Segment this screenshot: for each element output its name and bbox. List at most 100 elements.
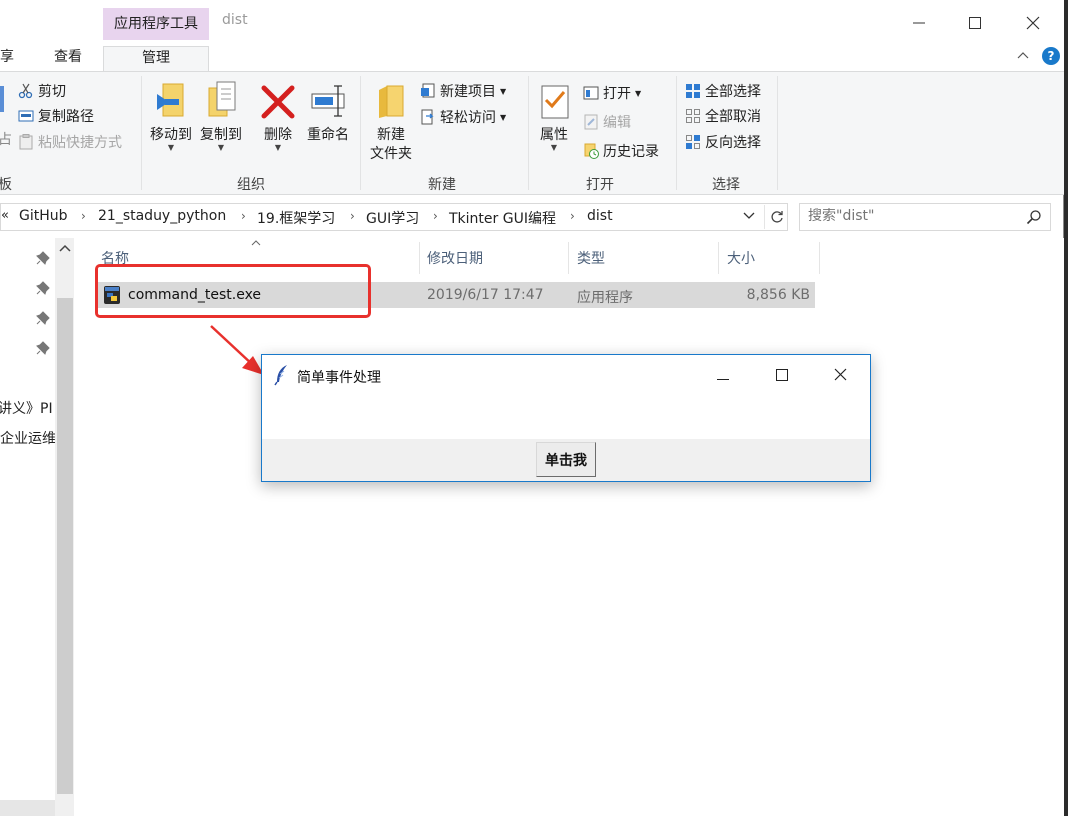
chevron-right-icon[interactable]: ›: [350, 209, 355, 223]
file-size: 8,856 KB: [746, 287, 810, 303]
pin-icon[interactable]: [36, 311, 50, 325]
nav-item[interactable]: 企业运维: [0, 428, 56, 448]
chevron-right-icon[interactable]: ›: [570, 209, 575, 223]
tk-maximize-button[interactable]: [764, 363, 800, 389]
delete-icon: [260, 80, 296, 120]
rename-button[interactable]: 重命名: [304, 80, 352, 144]
pin-icon[interactable]: [36, 251, 50, 265]
search-input[interactable]: [808, 208, 1008, 224]
open-button[interactable]: 打开 ▼: [583, 82, 641, 104]
breadcrumb-gui[interactable]: GUI学习: [366, 208, 419, 228]
history-button[interactable]: 历史记录: [583, 140, 659, 162]
tab-manage[interactable]: 管理: [103, 46, 209, 72]
ribbon: 占 剪切 复制路径 粘贴快捷方式 板 移动到 ▼ 复制到 ▼ 删除 ▼ 重命名 …: [0, 71, 1064, 195]
cut-button[interactable]: 剪切: [18, 80, 66, 102]
breadcrumb-dist[interactable]: dist: [587, 208, 613, 224]
click-me-button[interactable]: 单击我: [536, 442, 596, 477]
select-none-button[interactable]: 全部取消: [685, 105, 761, 127]
maximize-icon: [969, 17, 981, 29]
paste-shortcut-button[interactable]: 粘贴快捷方式: [18, 131, 122, 153]
pin-icon[interactable]: [36, 341, 50, 355]
tk-dialog-title: 简单事件处理: [297, 370, 381, 386]
chevron-right-icon[interactable]: ›: [433, 209, 438, 223]
copy-path-label: 复制路径: [38, 109, 94, 125]
column-divider[interactable]: [568, 242, 569, 274]
search-icon[interactable]: [1026, 209, 1042, 225]
delete-label: 删除: [264, 127, 292, 143]
column-divider[interactable]: [819, 242, 820, 274]
chevron-right-icon[interactable]: ›: [241, 209, 246, 223]
nav-item[interactable]: 讲义》PI: [0, 398, 53, 418]
chevron-right-icon[interactable]: ›: [81, 209, 86, 223]
group-separator: [141, 76, 142, 190]
chevron-down-icon[interactable]: [743, 209, 755, 223]
minimize-button[interactable]: [896, 8, 942, 38]
tk-minimize-button[interactable]: [705, 363, 741, 389]
copy-path-button[interactable]: 复制路径: [18, 105, 94, 127]
new-folder-button[interactable]: 新建 文件夹: [366, 80, 416, 164]
address-bar[interactable]: « GitHub › 21_staduy_python › 19.框架学习 › …: [0, 203, 788, 231]
column-divider[interactable]: [419, 242, 420, 274]
copy-path-icon: [18, 108, 34, 124]
rename-label: 重命名: [307, 127, 349, 143]
breadcrumb-python[interactable]: 21_staduy_python: [98, 208, 226, 224]
paste-shortcut-icon: [18, 134, 34, 150]
tk-close-button[interactable]: [822, 363, 858, 389]
group-separator: [676, 76, 677, 190]
open-label: 打开: [603, 86, 631, 102]
nav-horizontal-scrollbar[interactable]: [0, 800, 55, 816]
select-all-icon: [685, 83, 701, 99]
column-header-type[interactable]: 类型: [577, 248, 605, 272]
new-item-label: 新建项目: [440, 84, 496, 100]
tab-view[interactable]: 查看: [44, 46, 92, 70]
tk-dialog-window: 简单事件处理 单击我: [261, 354, 871, 482]
select-all-label: 全部选择: [705, 84, 761, 100]
ribbon-collapse-icon[interactable]: [1017, 48, 1029, 62]
new-item-button[interactable]: 新建项目 ▼: [420, 80, 506, 102]
edit-button[interactable]: 编辑: [583, 111, 631, 133]
tk-feather-icon: [274, 364, 290, 386]
breadcrumb-tkinter[interactable]: Tkinter GUI编程: [449, 208, 556, 228]
search-box[interactable]: [799, 203, 1051, 231]
cut-label: 剪切: [38, 84, 66, 100]
move-to-label: 移动到: [150, 127, 192, 143]
move-to-button[interactable]: 移动到 ▼: [146, 80, 196, 152]
contextual-tab-header: 应用程序工具: [103, 8, 209, 40]
history-icon: [583, 143, 599, 159]
maximize-button[interactable]: [952, 8, 998, 38]
chevron-up-icon[interactable]: [59, 244, 71, 255]
nav-scrollbar-thumb[interactable]: [57, 298, 73, 794]
invert-selection-icon: [685, 134, 701, 150]
paste-label-partial: 占: [0, 132, 12, 148]
breadcrumb-framework[interactable]: 19.框架学习: [257, 208, 335, 228]
sort-ascending-icon: [251, 238, 261, 249]
refresh-button[interactable]: [764, 205, 788, 229]
move-to-icon: [153, 80, 189, 120]
delete-button[interactable]: 删除 ▼: [258, 80, 298, 152]
breadcrumb-overflow[interactable]: «: [1, 208, 9, 223]
select-none-label: 全部取消: [705, 109, 761, 125]
invert-selection-button[interactable]: 反向选择: [685, 131, 761, 153]
select-group-label: 选择: [712, 177, 740, 193]
properties-button[interactable]: 属性 ▼: [534, 80, 574, 152]
easy-access-button[interactable]: 轻松访问 ▼: [420, 106, 506, 128]
tab-share[interactable]: 享: [0, 46, 20, 70]
column-header-size[interactable]: 大小: [727, 248, 755, 272]
copy-to-label: 复制到: [200, 127, 242, 143]
organize-group-label: 组织: [237, 177, 265, 193]
refresh-icon: [770, 211, 783, 223]
copy-to-button[interactable]: 复制到 ▼: [197, 80, 245, 152]
group-separator: [777, 76, 778, 190]
title-bar: 应用程序工具 dist 享 查看 管理 ?: [0, 0, 1064, 72]
help-icon[interactable]: ?: [1042, 47, 1060, 65]
column-header-modified[interactable]: 修改日期: [427, 248, 483, 272]
select-all-button[interactable]: 全部选择: [685, 80, 761, 102]
select-none-icon: [685, 108, 701, 124]
new-item-icon: [420, 83, 436, 99]
close-button[interactable]: [1010, 8, 1056, 38]
file-modified: 2019/6/17 17:47: [427, 287, 544, 303]
pin-icon[interactable]: [36, 281, 50, 295]
group-separator: [360, 76, 361, 190]
column-divider[interactable]: [718, 242, 719, 274]
breadcrumb-github[interactable]: GitHub: [19, 208, 68, 224]
